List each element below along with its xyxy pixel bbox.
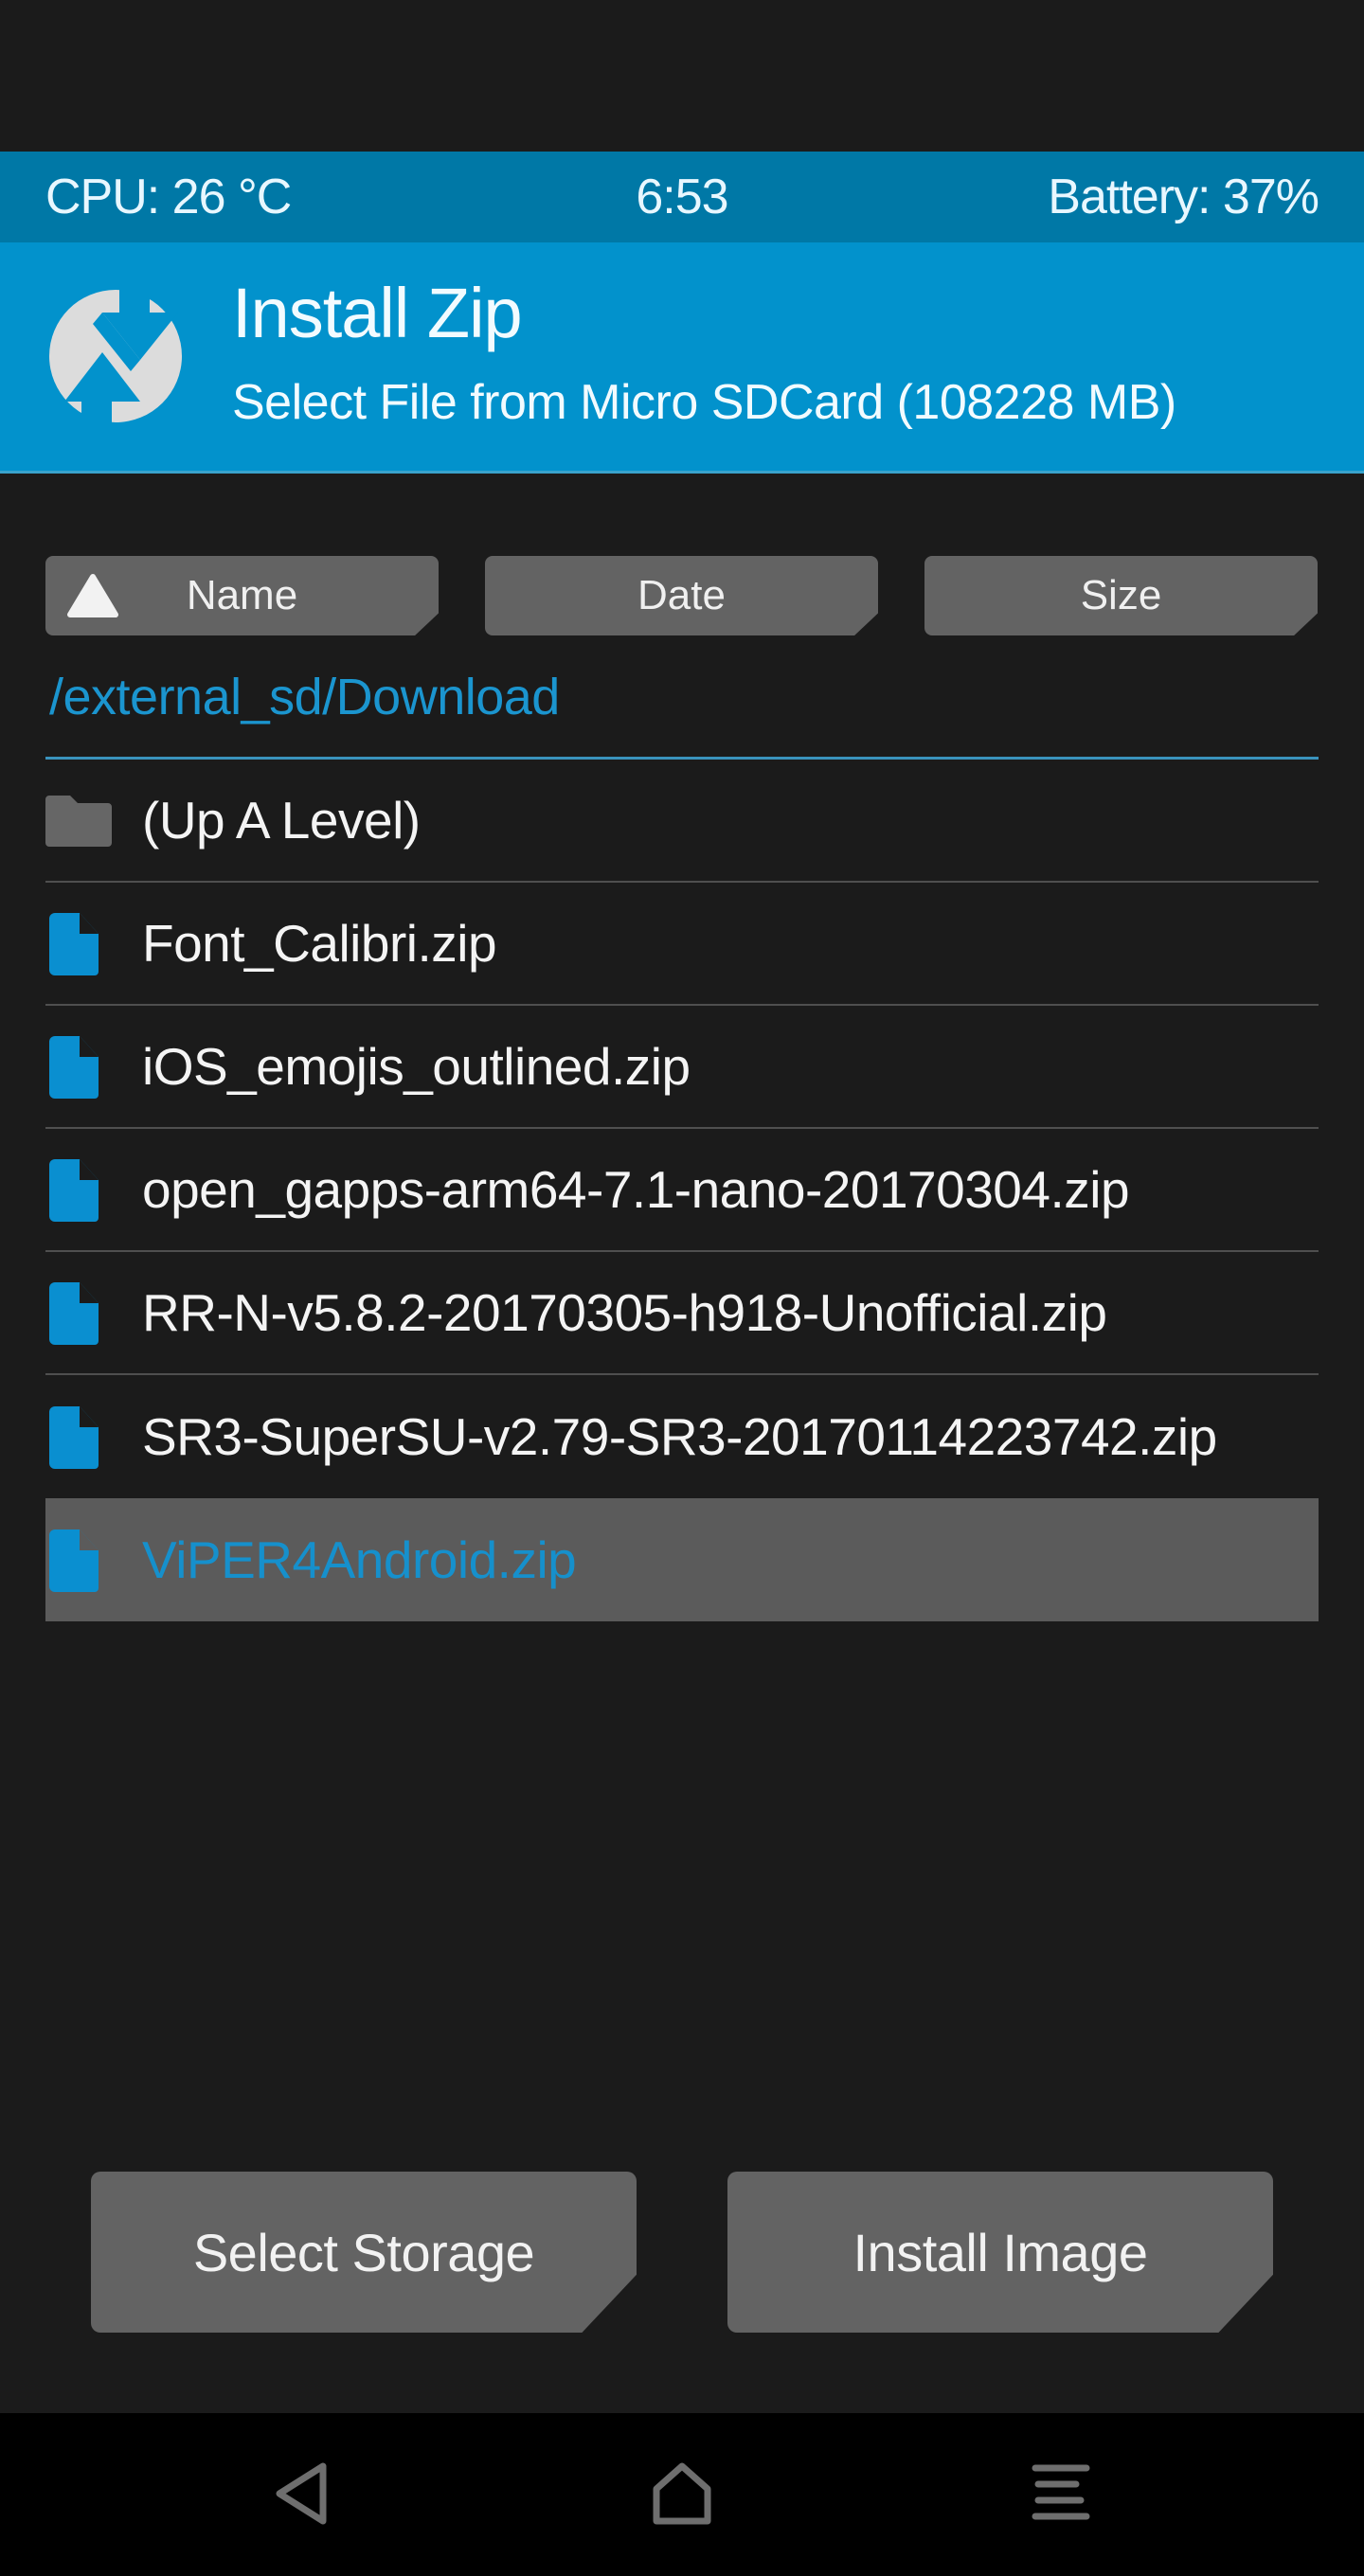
file-name: SR3-SuperSU-v2.79-SR3-20170114223742.zip [142, 1407, 1217, 1466]
cpu-temperature: CPU: 26 °C [45, 170, 292, 224]
page-title: Install Zip [232, 274, 523, 352]
page-subtitle: Select File from Micro SDCard (108228 MB… [232, 375, 1176, 430]
file-name: ViPER4Android.zip [142, 1530, 577, 1589]
install-image-button[interactable]: Install Image [727, 2172, 1273, 2333]
sort-by-name-button[interactable]: Name [45, 556, 439, 635]
list-item[interactable]: SR3-SuperSU-v2.79-SR3-20170114223742.zip [45, 1375, 1319, 1498]
sort-ascending-icon [67, 574, 118, 617]
list-item-up-level[interactable]: (Up A Level) [45, 760, 1319, 883]
battery-level: Battery: 37% [1048, 170, 1319, 224]
file-icon [45, 1033, 112, 1100]
home-icon [653, 2462, 711, 2525]
folder-icon [45, 787, 112, 853]
file-icon [45, 1156, 112, 1223]
list-item[interactable]: open_gapps-arm64-7.1-nano-20170304.zip [45, 1129, 1319, 1252]
home-button[interactable] [625, 2451, 739, 2536]
file-list[interactable]: (Up A Level) Font_Calibri.zip iOS_emojis… [45, 760, 1319, 1621]
sort-size-label: Size [1080, 572, 1162, 618]
header [0, 242, 1364, 474]
file-name: (Up A Level) [142, 791, 421, 850]
list-item-selected[interactable]: ViPER4Android.zip [45, 1498, 1319, 1621]
list-item[interactable]: Font_Calibri.zip [45, 883, 1319, 1006]
install-image-label: Install Image [852, 2222, 1149, 2282]
list-item[interactable]: iOS_emojis_outlined.zip [45, 1006, 1319, 1129]
current-path: /external_sd/Download [49, 669, 560, 725]
select-storage-button[interactable]: Select Storage [91, 2172, 637, 2333]
status-bar: CPU: 26 °C 6:53 Battery: 37% [0, 152, 1364, 242]
navigation-bar [0, 2413, 1364, 2576]
sort-date-label: Date [637, 572, 726, 618]
file-name: RR-N-v5.8.2-20170305-h918-Unofficial.zip [142, 1283, 1107, 1342]
file-name: open_gapps-arm64-7.1-nano-20170304.zip [142, 1160, 1130, 1219]
menu-button[interactable] [1004, 2451, 1118, 2536]
file-icon [45, 1404, 112, 1470]
back-button[interactable] [248, 2451, 362, 2536]
sort-name-label: Name [186, 572, 298, 618]
list-item[interactable]: RR-N-v5.8.2-20170305-h918-Unofficial.zip [45, 1252, 1319, 1375]
sort-by-date-button[interactable]: Date [485, 556, 878, 635]
file-icon [45, 1279, 112, 1346]
back-icon [276, 2462, 327, 2525]
twrp-install-screen: CPU: 26 °C 6:53 Battery: 37% Install Zip… [0, 0, 1364, 2576]
select-storage-label: Select Storage [192, 2222, 535, 2282]
menu-icon [1032, 2464, 1090, 2520]
twrp-logo-icon [49, 284, 182, 428]
file-name: iOS_emojis_outlined.zip [142, 1037, 691, 1096]
file-name: Font_Calibri.zip [142, 914, 497, 973]
file-icon [45, 1527, 112, 1593]
sort-by-size-button[interactable]: Size [924, 556, 1318, 635]
file-icon [45, 910, 112, 976]
